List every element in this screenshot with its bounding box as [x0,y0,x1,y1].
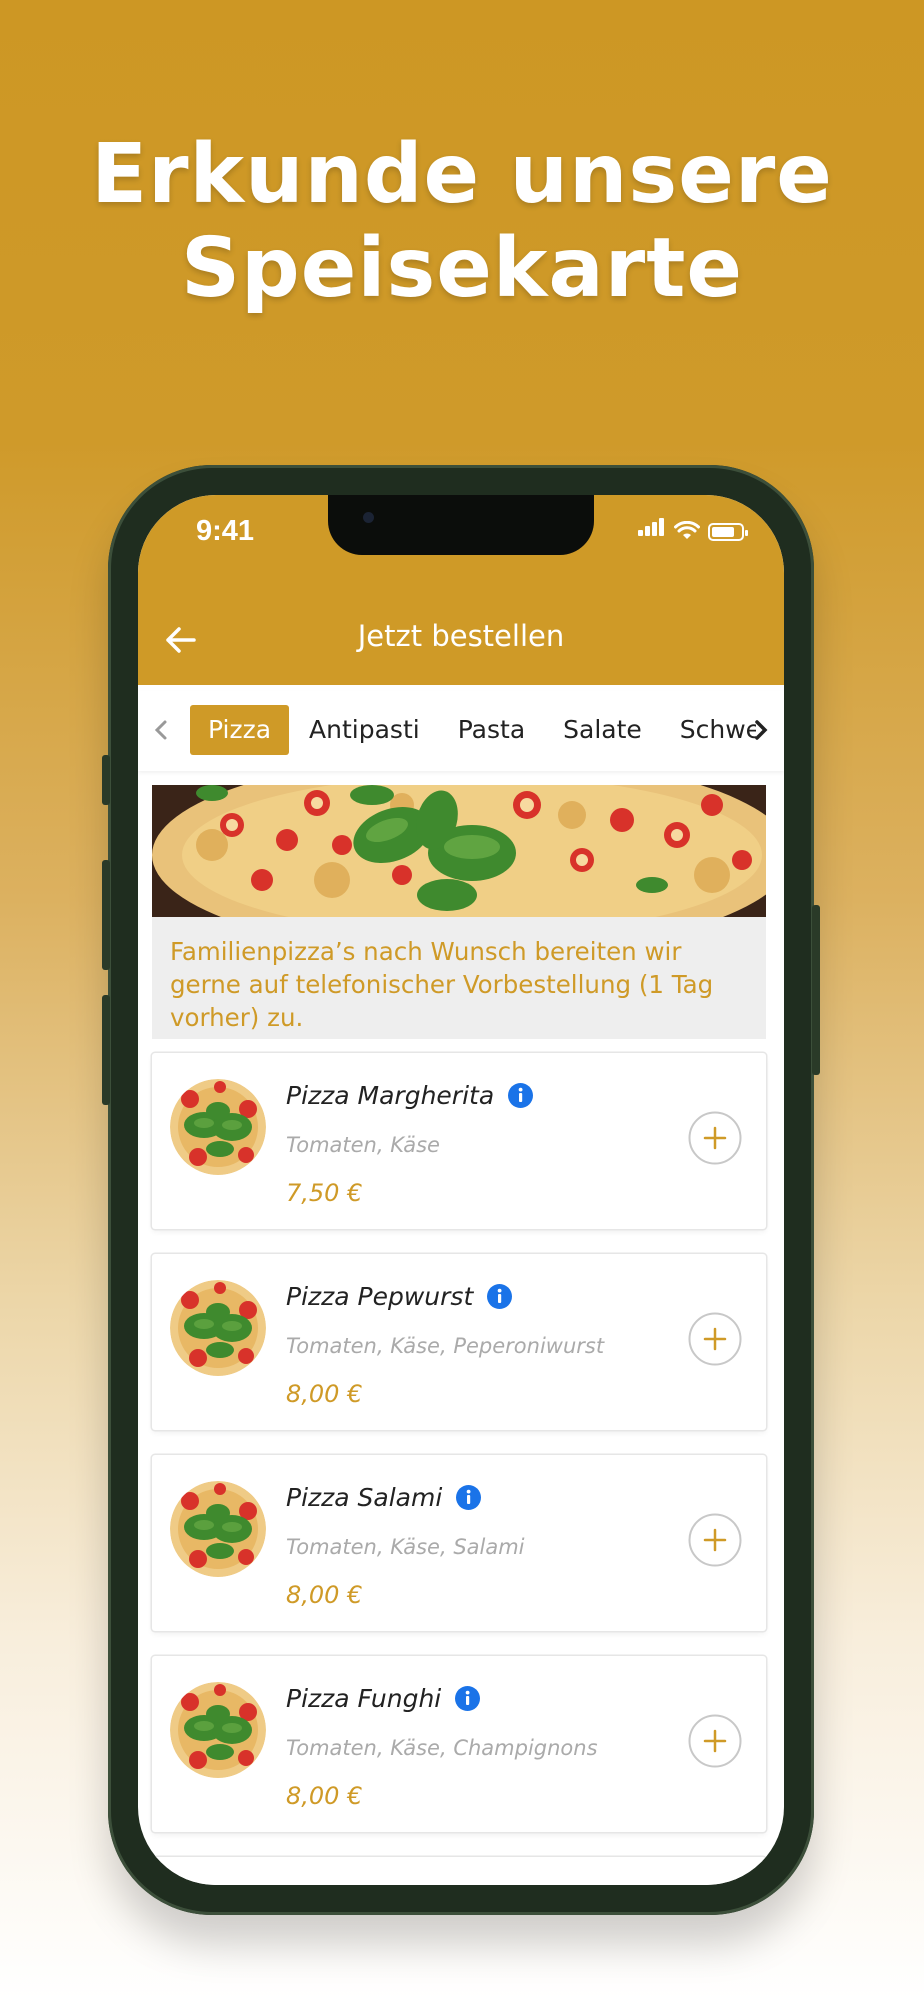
tab-antipasti[interactable]: Antipasti [291,705,438,755]
menu-item-price: 8,00 € [286,1380,363,1408]
menu-item-name: Pizza Pepwurst [286,1282,474,1311]
menu-item-name-row: Pizza Pepwurst [286,1282,513,1311]
category-tabs: Pizza Antipasti Pasta Salate Schwe [138,691,784,771]
menu-item-description: Tomaten, Käse [286,1133,440,1157]
phone-screen: 9:41 Jetzt bestellen Pizza Antipasti Pas… [138,495,784,1885]
menu-item-name: Pizza Salami [286,1483,443,1512]
menu-item-name-row: Pizza Salami [286,1483,482,1512]
menu-item-description: Tomaten, Käse, Champignons [286,1736,598,1760]
add-to-cart-button[interactable] [688,1513,742,1567]
signal-icon [638,518,666,541]
menu-item-thumbnail [170,1079,266,1175]
menu-item-thumbnail [170,1280,266,1376]
menu-item-price: 8,00 € [286,1782,363,1810]
status-bar: 9:41 [138,495,784,595]
headline-line-1: Erkunde unsere [91,127,833,222]
status-time: 9:41 [196,515,255,547]
status-icons [638,518,748,541]
volume-up-button [102,860,110,970]
info-icon[interactable] [455,1686,481,1711]
menu-item-thumbnail [170,1481,266,1577]
category-notice: Familienpizza’s nach Wunsch bereiten wir… [152,917,766,1039]
menu-item-thumbnail [170,1682,266,1778]
menu-item-name-row: Pizza Margherita [286,1081,534,1110]
menu-item-card[interactable]: Pizza Salami Tomaten, Käse, Salami 8,00 … [152,1455,766,1631]
menu-item-card[interactable]: Pizza Margherita Tomaten, Käse 7,50 € [152,1053,766,1229]
menu-item-card-partial[interactable] [152,1857,766,1885]
app-bar-title: Jetzt bestellen [357,619,565,653]
menu-item-price: 7,50 € [286,1179,363,1207]
menu-item-card[interactable]: Pizza Funghi Tomaten, Käse, Champignons … [152,1656,766,1832]
add-to-cart-button[interactable] [688,1312,742,1366]
mute-switch [102,755,110,805]
menu-item-name: Pizza Margherita [286,1081,495,1110]
wifi-icon [674,521,700,539]
tab-pasta[interactable]: Pasta [440,705,543,755]
app-bar: Jetzt bestellen [138,595,784,685]
menu-item-price: 8,00 € [286,1581,363,1609]
info-icon[interactable] [456,1485,482,1510]
camera [363,512,374,523]
volume-down-button [102,995,110,1105]
menu-item-name-row: Pizza Funghi [286,1684,481,1713]
notch [328,495,594,555]
add-to-cart-button[interactable] [688,1111,742,1165]
power-button [812,905,820,1075]
add-to-cart-button[interactable] [688,1714,742,1768]
category-banner-image [152,785,766,917]
tab-list: Pizza Antipasti Pasta Salate Schwe [190,705,756,757]
battery-icon [708,523,748,541]
menu-item-name: Pizza Funghi [286,1684,442,1713]
menu-item-card[interactable]: Pizza Pepwurst Tomaten, Käse, Peperoniwu… [152,1254,766,1430]
phone-frame: 9:41 Jetzt bestellen Pizza Antipasti Pas… [102,465,820,1915]
chevron-left-icon[interactable] [146,713,176,747]
info-icon[interactable] [487,1284,513,1309]
chevron-right-icon[interactable] [746,713,776,747]
menu-item-description: Tomaten, Käse, Salami [286,1535,525,1559]
tab-pizza[interactable]: Pizza [190,705,290,755]
headline-line-2: Speisekarte [180,221,744,316]
menu-item-description: Tomaten, Käse, Peperoniwurst [286,1334,605,1358]
tab-schwe[interactable]: Schwe [662,705,756,755]
info-icon[interactable] [508,1083,534,1108]
headline: Erkunde unsere Speisekarte [0,128,924,316]
tab-salate[interactable]: Salate [545,705,660,755]
